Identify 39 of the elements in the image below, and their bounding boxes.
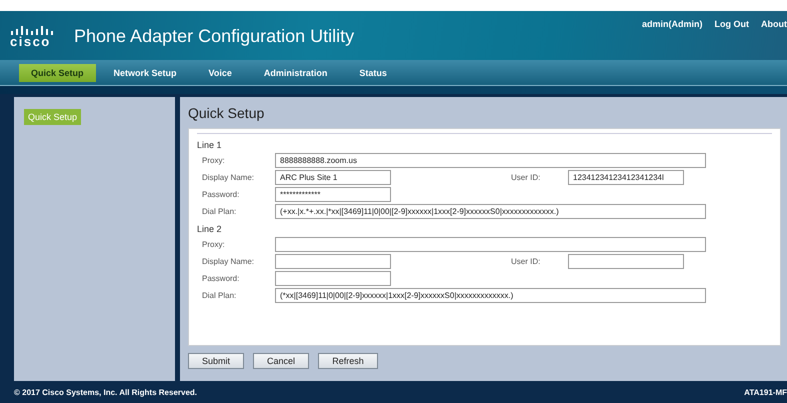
action-button[interactable]: Submit: [188, 353, 244, 369]
field-label: Password:: [202, 274, 240, 283]
nav-tab[interactable]: Status: [347, 64, 399, 82]
header-link[interactable]: admin(Admin): [642, 19, 702, 29]
field-label: Proxy:: [202, 240, 226, 249]
app-title: Phone Adapter Configuration Utility: [74, 26, 354, 47]
field-label: Password:: [202, 190, 240, 199]
nav-tab[interactable]: Administration: [252, 64, 340, 82]
dial-plan-field[interactable]: (*xx|[3469]11|0|00|[2-9]xxxxxx|1xxx[2-9]xxxxxxS0|xxxxxxxxxxxxx.): [275, 288, 706, 303]
copyright-text: © 2017 Cisco Systems, Inc. All Rights Reserved.: [14, 388, 198, 396]
field-label: Dial Plan:: [202, 291, 238, 300]
header-link[interactable]: About: [761, 19, 787, 29]
field-label: User ID:: [511, 173, 542, 182]
model-text: ATA191-MF: [744, 388, 787, 396]
logo-text: cisco: [10, 35, 52, 48]
proxy-field[interactable]: 8888888888.zoom.us: [275, 153, 706, 168]
nav-tab[interactable]: Quick Setup: [19, 64, 96, 82]
display-name-field[interactable]: [275, 254, 391, 269]
user-id-field[interactable]: 12341234123412341234l: [568, 170, 684, 185]
action-button[interactable]: Refresh: [318, 353, 378, 369]
field-label: Display Name:: [202, 257, 256, 266]
field-label: User ID:: [511, 257, 542, 266]
action-button[interactable]: Cancel: [253, 353, 309, 369]
password-field[interactable]: *************: [275, 187, 391, 202]
header-link[interactable]: Log Out: [714, 19, 749, 29]
nav-tab[interactable]: Network Setup: [102, 64, 189, 82]
nav-tab[interactable]: Voice: [196, 64, 244, 82]
field-label: Dial Plan:: [202, 207, 238, 216]
field-label: Proxy:: [202, 156, 226, 165]
field-label: Display Name:: [202, 173, 256, 182]
logo-bars-icon: [10, 26, 56, 35]
dial-plan-field[interactable]: (+xx.|x.*+.xx.|*xx|[3469]11|0|00|[2-9]xxxxxx|1xxx[2-9]xxxxxxS0|xxxxxxxxxxxxx.): [275, 204, 706, 219]
display-name-field[interactable]: ARC Plus Site 1: [275, 170, 391, 185]
section-title: Line 2: [197, 224, 223, 234]
proxy-field[interactable]: [275, 237, 706, 252]
user-id-field[interactable]: [568, 254, 684, 269]
section-title: Line 1: [197, 140, 223, 150]
page-title: Quick Setup: [188, 105, 266, 121]
password-field[interactable]: [275, 271, 391, 286]
